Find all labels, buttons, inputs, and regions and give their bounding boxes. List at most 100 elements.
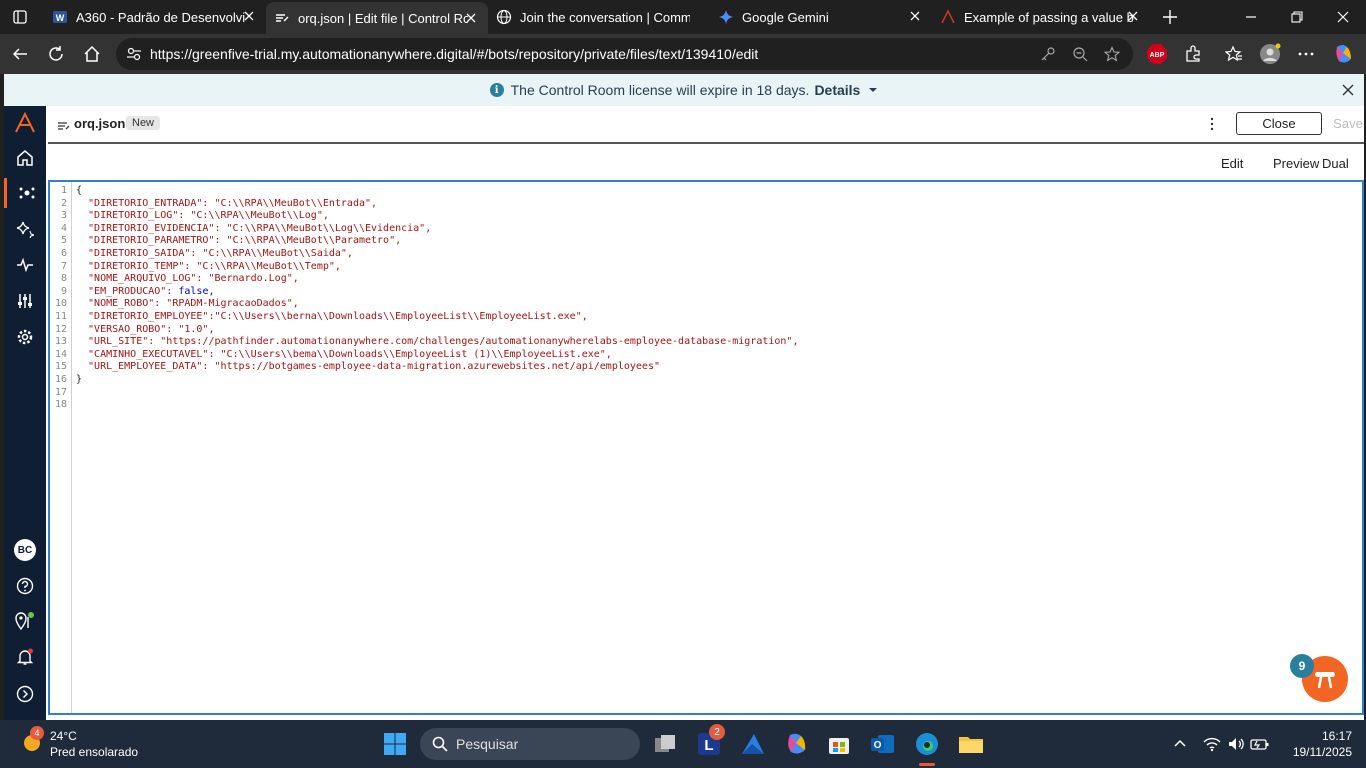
sliders-icon[interactable]: [4, 286, 46, 316]
home-icon[interactable]: [4, 143, 46, 173]
zoom-icon[interactable]: [1072, 46, 1088, 67]
banner-close-icon[interactable]: [1340, 82, 1356, 98]
code-line[interactable]: "URL_SITE": "https://pathfinder.automati…: [76, 336, 798, 349]
code-editor[interactable]: 1 2 3 4 5 6 7 8 9 10 11 12 13 14 15 16 17 18 { "DIRETORIO…: [48, 180, 1364, 715]
banner-details-link[interactable]: Details: [814, 82, 860, 98]
battery-icon[interactable]: [1246, 730, 1274, 758]
address-bar[interactable]: https://greenfive-trial.my.automationany…: [116, 38, 1133, 70]
minimize-icon[interactable]: [1228, 0, 1274, 34]
save-button[interactable]: Save: [1326, 112, 1366, 135]
more-options-icon[interactable]: [1208, 115, 1216, 133]
code-line[interactable]: "CAMINHO_EXECUTAVEL": "C:\\Users\\bema\\…: [76, 349, 612, 362]
favorites-icon[interactable]: [1222, 42, 1246, 66]
more-menu-icon[interactable]: [1294, 42, 1318, 66]
app-sidebar: BC: [4, 106, 46, 720]
edge-browser-icon[interactable]: [913, 730, 941, 758]
expand-sidebar-icon[interactable]: [4, 679, 46, 709]
user-avatar[interactable]: BC: [4, 535, 46, 565]
browser-tab-community[interactable]: Join the conversation | Comm: [488, 0, 710, 34]
weather-widget[interactable]: 4: [18, 726, 46, 756]
close-icon[interactable]: [242, 9, 256, 23]
code-line[interactable]: "URL_EMPLOYEE_DATA": "https://botgames-e…: [76, 361, 660, 374]
mode-preview[interactable]: Preview: [1273, 156, 1319, 171]
site-info-icon[interactable]: [126, 46, 142, 67]
windows-start-icon[interactable]: [381, 730, 409, 758]
line-number-gutter: 1 2 3 4 5 6 7 8 9 10 11 12 13 14 15 16 17 18: [50, 182, 72, 713]
search-icon: [432, 736, 448, 752]
mode-edit[interactable]: Edit: [1221, 156, 1243, 171]
adblock-plus-icon[interactable]: ABP: [1145, 42, 1169, 66]
extensions-icon[interactable]: [1181, 42, 1205, 66]
ai-sparkle-icon[interactable]: [4, 214, 46, 244]
settings-gear-icon[interactable]: [4, 322, 46, 352]
clock-time[interactable]: 16:17: [1296, 729, 1352, 743]
sail-app-icon[interactable]: [739, 730, 767, 758]
code-line[interactable]: "DIRETORIO_LOG": "C:\\RPA\\MeuBot\\Log",: [76, 210, 329, 223]
line-number: 9: [60, 285, 67, 297]
clock-date[interactable]: 19/11/2025: [1284, 745, 1352, 759]
close-icon[interactable]: [908, 9, 922, 23]
location-pin-icon[interactable]: [4, 606, 46, 636]
code-line[interactable]: {: [76, 185, 82, 198]
temperature: 24°C: [50, 729, 77, 743]
chevron-down-icon[interactable]: [868, 82, 878, 98]
file-explorer-icon[interactable]: [957, 730, 985, 758]
code-line[interactable]: "NOME_ARQUIVO_LOG": "Bernardo.Log",: [76, 273, 299, 286]
refresh-icon[interactable]: [44, 42, 68, 66]
code-line[interactable]: "DIRETORIO_EMPLOYEE":"C:\\Users\\berna\\…: [76, 311, 588, 324]
browser-tab-example[interactable]: Example of passing a value be: [932, 0, 1150, 34]
code-line[interactable]: "DIRETORIO_ENTRADA": "C:\\RPA\\MeuBot\\E…: [76, 198, 377, 211]
avatar-initials: BC: [14, 539, 36, 561]
window-close-icon[interactable]: [1320, 0, 1366, 34]
favorite-star-icon[interactable]: [1103, 46, 1121, 67]
back-icon[interactable]: [8, 42, 32, 66]
app-badge: 2: [709, 724, 725, 740]
svg-text:W: W: [56, 13, 65, 23]
web-page: i The Control Room license will expire i…: [4, 74, 1364, 720]
profile-avatar-icon[interactable]: [1258, 42, 1282, 66]
notifications-bell-icon[interactable]: [4, 642, 46, 672]
file-lines-icon: [57, 119, 70, 137]
copilot-icon[interactable]: [1331, 42, 1355, 66]
home-icon[interactable]: [80, 42, 104, 66]
editor-header: orq.json New Close Save: [48, 106, 1364, 144]
restore-icon[interactable]: [1274, 0, 1320, 34]
code-line[interactable]: }: [76, 374, 82, 387]
code-line[interactable]: "EM_PRODUCAO": false,: [76, 286, 214, 299]
taskbar-search[interactable]: Pesquisar: [420, 728, 640, 760]
file-name: orq.json: [74, 116, 126, 131]
word-icon: W: [52, 9, 68, 25]
mode-dual[interactable]: Dual: [1322, 156, 1349, 171]
close-icon[interactable]: [1126, 9, 1140, 23]
tab-actions-icon[interactable]: [0, 0, 40, 34]
code-line[interactable]: "DIRETORIO_TEMP": "C:\\RPA\\MeuBot\\Temp…: [76, 261, 341, 274]
browser-tab-word[interactable]: W A360 - Padrão de Desenvolvim: [44, 0, 266, 34]
new-tab-icon[interactable]: [1150, 0, 1190, 34]
code-line[interactable]: "DIRETORIO_PARAMETRO": "C:\\RPA\\MeuBot\…: [76, 235, 401, 248]
tab-title: Join the conversation | Comm: [520, 9, 690, 25]
key-icon[interactable]: [1040, 46, 1056, 67]
automation-icon[interactable]: [4, 178, 46, 208]
microsoft-store-icon[interactable]: [825, 730, 853, 758]
info-icon: i: [489, 83, 504, 97]
tab-title: orq.json | Edit file | Control Ro: [298, 10, 468, 26]
browser-tab-orq-json[interactable]: orq.json | Edit file | Control Ro: [266, 2, 488, 34]
code-line[interactable]: "VERSAO_ROBO": "1.0",: [76, 324, 214, 337]
gemini-icon: [718, 9, 734, 25]
code-line[interactable]: "NOME_ROBO": "RPADM-MigracaoDados",: [76, 298, 299, 311]
code-line[interactable]: "DIRETORIO_SAIDA": "C:\\RPA\\MeuBot\\Sai…: [76, 248, 353, 261]
close-icon[interactable]: [464, 11, 478, 25]
code-line[interactable]: "DIRETORIO_EVIDENCIA": "C:\\RPA\\MeuBot\…: [76, 223, 431, 236]
app-l-icon[interactable]: L 2: [695, 724, 725, 758]
task-view-icon[interactable]: [651, 730, 679, 758]
copilot-app-icon[interactable]: [782, 730, 810, 758]
automation-anywhere-logo-icon[interactable]: [4, 108, 46, 138]
line-number: 8: [60, 273, 67, 285]
close-button[interactable]: Close: [1236, 112, 1322, 135]
browser-tab-gemini[interactable]: Google Gemini: [710, 0, 932, 34]
outlook-icon[interactable]: O: [869, 730, 897, 758]
line-number: 1: [60, 185, 67, 196]
help-icon[interactable]: [4, 571, 46, 601]
chevron-up-icon[interactable]: [1166, 730, 1194, 758]
activity-pulse-icon[interactable]: [4, 250, 46, 280]
